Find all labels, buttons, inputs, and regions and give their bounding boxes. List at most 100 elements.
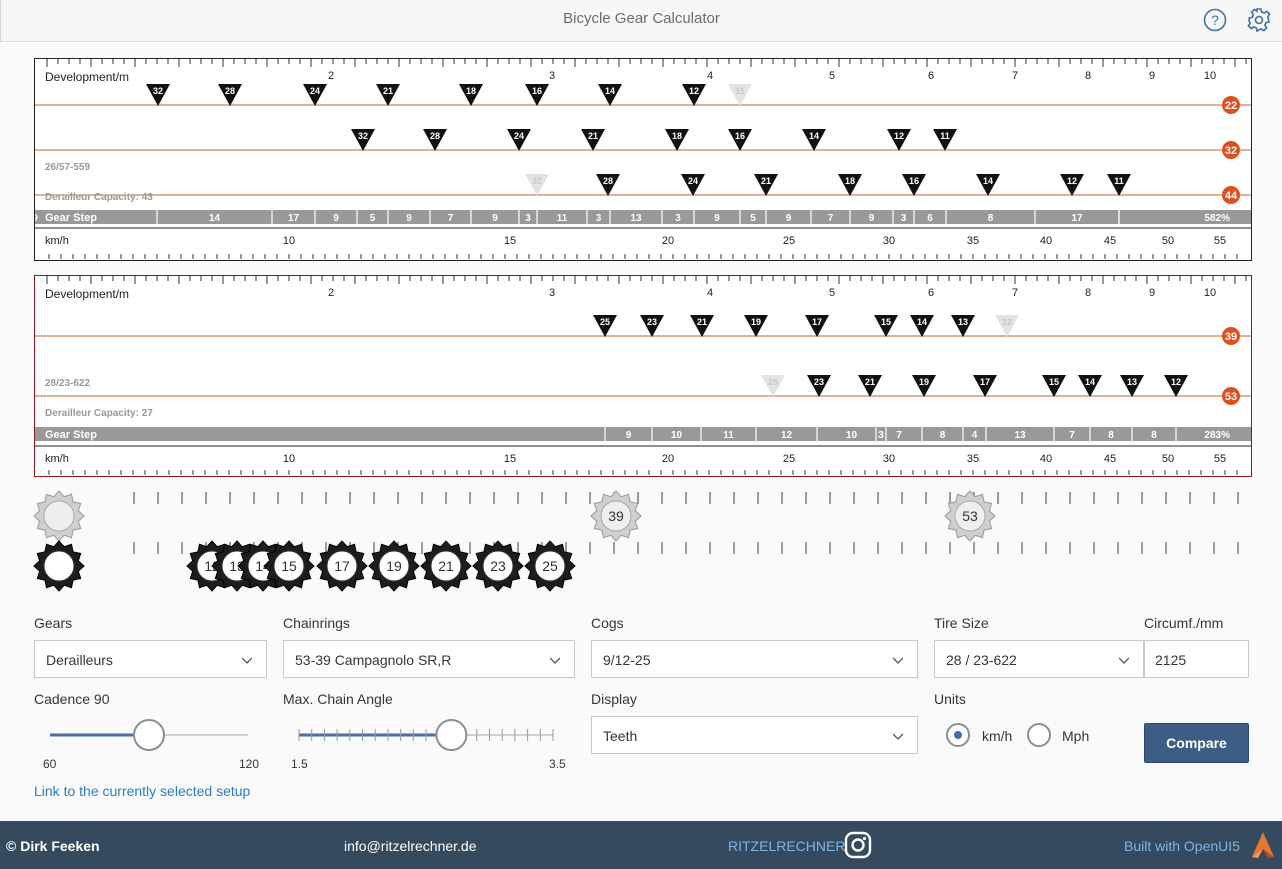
gear-step-total: 283% bbox=[1204, 430, 1230, 441]
dev-tick-label: 9 bbox=[1149, 70, 1155, 82]
cog-marker-label: 32 bbox=[358, 131, 368, 141]
kmh-tick-label: 50 bbox=[1162, 453, 1174, 465]
dev-tick-label: 2 bbox=[328, 287, 334, 299]
cog-gear: 17 bbox=[316, 540, 368, 592]
kmh-tick-label: 35 bbox=[967, 453, 979, 465]
kmh-axis-label: km/h bbox=[45, 235, 69, 247]
gear-hub bbox=[43, 550, 75, 582]
gear-step-value: 14 bbox=[209, 213, 221, 224]
dev-tick-label: 3 bbox=[549, 287, 555, 299]
gear-step-value: 11 bbox=[723, 430, 734, 441]
tire-label: Tire Size bbox=[934, 615, 989, 631]
cog-marker-label: 11 bbox=[735, 86, 745, 96]
cog-marker-label: 14 bbox=[605, 86, 615, 96]
gear-step-value: 8 bbox=[1108, 430, 1114, 441]
gear-step-value: 8 bbox=[1151, 430, 1157, 441]
cog-marker-label: 15 bbox=[881, 317, 891, 327]
cadence-min: 60 bbox=[43, 757, 57, 771]
units-mph-label[interactable]: Mph bbox=[1062, 728, 1089, 744]
cog-marker-label: 17 bbox=[980, 377, 990, 387]
chevron-down-icon bbox=[550, 657, 560, 664]
gears-select[interactable]: Derailleurs bbox=[34, 640, 267, 678]
gear-step-value: 9 bbox=[714, 213, 720, 224]
chainring-badge-label: 39 bbox=[1225, 331, 1237, 343]
gear-step-value: 7 bbox=[1069, 430, 1075, 441]
gear-chart-1-svg: Development/m 2 3 4 5 6 7 8 9 102232 28 24 21 18 16 14 1… bbox=[35, 59, 1251, 259]
tire-select[interactable]: 28 / 23-622 bbox=[934, 640, 1144, 678]
units-mph-radio[interactable] bbox=[1027, 723, 1051, 747]
kmh-tick-label: 30 bbox=[883, 453, 895, 465]
circumf-input[interactable]: 2125 bbox=[1144, 640, 1249, 678]
derailleur-capacity-label: Derailleur Capacity: 27 bbox=[45, 408, 153, 419]
display-value: Teeth bbox=[603, 728, 638, 744]
kmh-tick-label: 55 bbox=[1214, 453, 1226, 465]
chainring-badge-label: 44 bbox=[1225, 190, 1238, 202]
email-link[interactable]: info@ritzelrechner.de bbox=[344, 838, 477, 854]
gear-step-value: 3 bbox=[525, 213, 531, 224]
gear-chart-2-svg: Development/m 2 3 4 5 6 7 8 9 103925 23 21 19 17 15 14 1… bbox=[35, 276, 1251, 475]
gear-step-value: 10 bbox=[846, 430, 858, 441]
kmh-tick-label: 25 bbox=[783, 453, 795, 465]
cog-gear: 23 bbox=[472, 540, 524, 592]
instagram-icon[interactable] bbox=[844, 831, 872, 859]
chainrings-select[interactable]: 53-39 Campagnolo SR,R bbox=[283, 640, 575, 678]
dev-tick-label: 8 bbox=[1085, 70, 1091, 82]
built-with-link[interactable]: Built with OpenUI5 bbox=[1124, 838, 1240, 854]
display-select[interactable]: Teeth bbox=[591, 716, 918, 754]
chainring-gear: 39 bbox=[590, 490, 642, 542]
cog-marker-label: 11 bbox=[940, 131, 950, 141]
gear-step-value: 9 bbox=[786, 213, 792, 224]
gear-step-value: 9 bbox=[869, 213, 875, 224]
cadence-slider[interactable] bbox=[34, 716, 274, 756]
cog-marker-label: 24 bbox=[514, 131, 524, 141]
gear-step-total: 582% bbox=[1204, 213, 1230, 224]
dev-tick-label: 10 bbox=[1204, 70, 1216, 82]
cog-marker-label: 12 bbox=[1171, 377, 1181, 387]
cadence-max: 120 bbox=[239, 757, 260, 771]
cogs-label: Cogs bbox=[591, 615, 624, 631]
drivetrain-visual: 3953121314151719212325 bbox=[33, 490, 1239, 592]
display-label: Display bbox=[591, 691, 637, 707]
setup-link[interactable]: Link to the currently selected setup bbox=[34, 783, 250, 799]
gear-step-value: 17 bbox=[288, 213, 300, 224]
kmh-tick-label: 25 bbox=[783, 235, 795, 247]
dev-tick-label: 4 bbox=[707, 287, 713, 299]
copyright: © Dirk Feeken bbox=[6, 838, 100, 854]
gear-step-label: Gear Step bbox=[45, 212, 97, 224]
brand-link[interactable]: RITZELRECHNER bbox=[728, 838, 845, 854]
question-circle-icon[interactable]: ? bbox=[1202, 7, 1228, 33]
app: Bicycle Gear Calculator ? Development/m 2… bbox=[0, 0, 1282, 869]
cog-marker-label: 12 bbox=[689, 86, 699, 96]
openui5-logo-icon bbox=[1252, 832, 1274, 858]
kmh-tick-label: 10 bbox=[283, 453, 295, 465]
cogs-value: 9/12-25 bbox=[603, 652, 651, 668]
gear-label: 21 bbox=[438, 558, 454, 574]
units-kmh-radio[interactable] bbox=[946, 723, 970, 747]
gear-step-value: 8 bbox=[988, 213, 994, 224]
compare-button[interactable]: Compare bbox=[1144, 723, 1249, 763]
gear-icon[interactable] bbox=[1246, 7, 1272, 33]
chainrings-value: 53-39 Campagnolo SR,R bbox=[295, 652, 452, 668]
chainring-badge-label: 32 bbox=[1225, 145, 1237, 157]
page-title: Bicycle Gear Calculator bbox=[563, 10, 720, 27]
cog-marker-label: 14 bbox=[917, 317, 927, 327]
gear-step-value: 9 bbox=[626, 430, 632, 441]
gear-step-value: 12 bbox=[781, 430, 793, 441]
svg-text:?: ? bbox=[1211, 12, 1219, 28]
gear-step-label: Gear Step bbox=[45, 429, 97, 441]
chain-angle-label: Max. Chain Angle bbox=[283, 691, 393, 707]
cog-marker-label: 21 bbox=[588, 131, 598, 141]
dev-tick-label: 7 bbox=[1012, 287, 1018, 299]
gear-step-value: 13 bbox=[630, 213, 642, 224]
cogs-select[interactable]: 9/12-25 bbox=[591, 640, 918, 678]
cog-marker-label: 14 bbox=[983, 176, 993, 186]
chain-angle-slider[interactable] bbox=[283, 716, 573, 756]
cog-gear: 19 bbox=[368, 540, 420, 592]
cog-marker-label: 15 bbox=[1049, 377, 1059, 387]
dev-tick-label: 6 bbox=[928, 70, 934, 82]
units-kmh-label[interactable]: km/h bbox=[982, 728, 1012, 744]
gear-step-value: 10 bbox=[671, 430, 683, 441]
tire-value: 28 / 23-622 bbox=[946, 652, 1017, 668]
cadence-label: Cadence 90 bbox=[34, 691, 110, 707]
gear-step-value: 5 bbox=[750, 213, 756, 224]
